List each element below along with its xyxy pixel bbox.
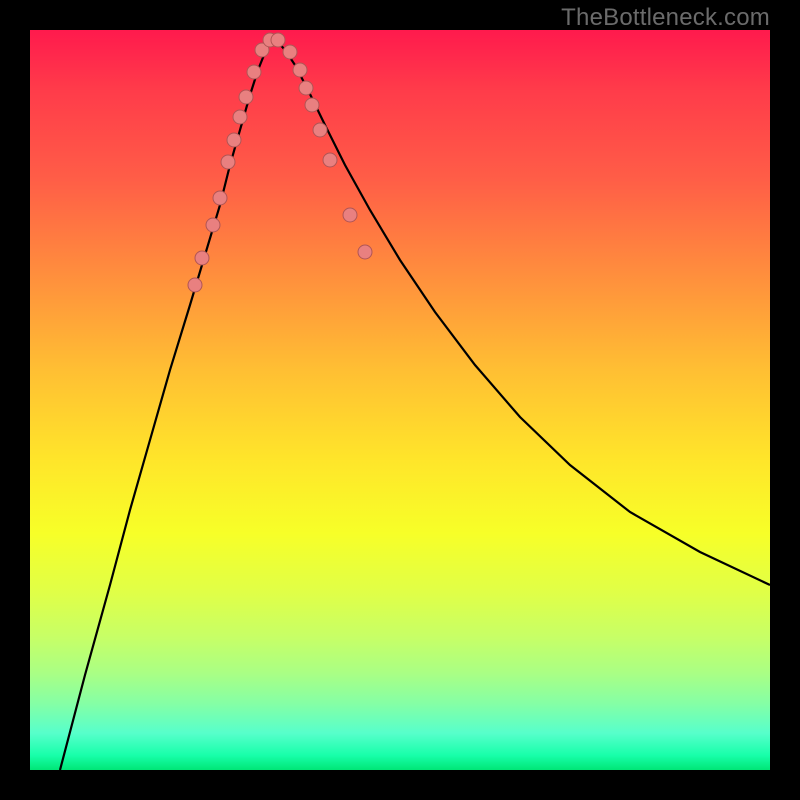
curve-right — [278, 42, 770, 585]
data-marker — [283, 45, 297, 59]
data-marker — [227, 133, 241, 147]
data-marker — [305, 98, 319, 112]
data-marker — [195, 251, 209, 265]
stage: TheBottleneck.com — [0, 0, 800, 800]
data-marker — [343, 208, 357, 222]
data-marker — [213, 191, 227, 205]
data-marker — [271, 33, 285, 47]
plot-area — [30, 30, 770, 770]
data-marker — [299, 81, 313, 95]
data-marker — [247, 65, 261, 79]
curve-left — [60, 42, 270, 770]
watermark-text: TheBottleneck.com — [561, 4, 770, 32]
data-marker — [293, 63, 307, 77]
data-marker — [239, 90, 253, 104]
data-marker — [221, 155, 235, 169]
data-marker — [358, 245, 372, 259]
data-marker — [323, 153, 337, 167]
data-marker — [233, 110, 247, 124]
data-marker — [206, 218, 220, 232]
data-marker — [188, 278, 202, 292]
chart-svg — [30, 30, 770, 770]
data-marker — [313, 123, 327, 137]
